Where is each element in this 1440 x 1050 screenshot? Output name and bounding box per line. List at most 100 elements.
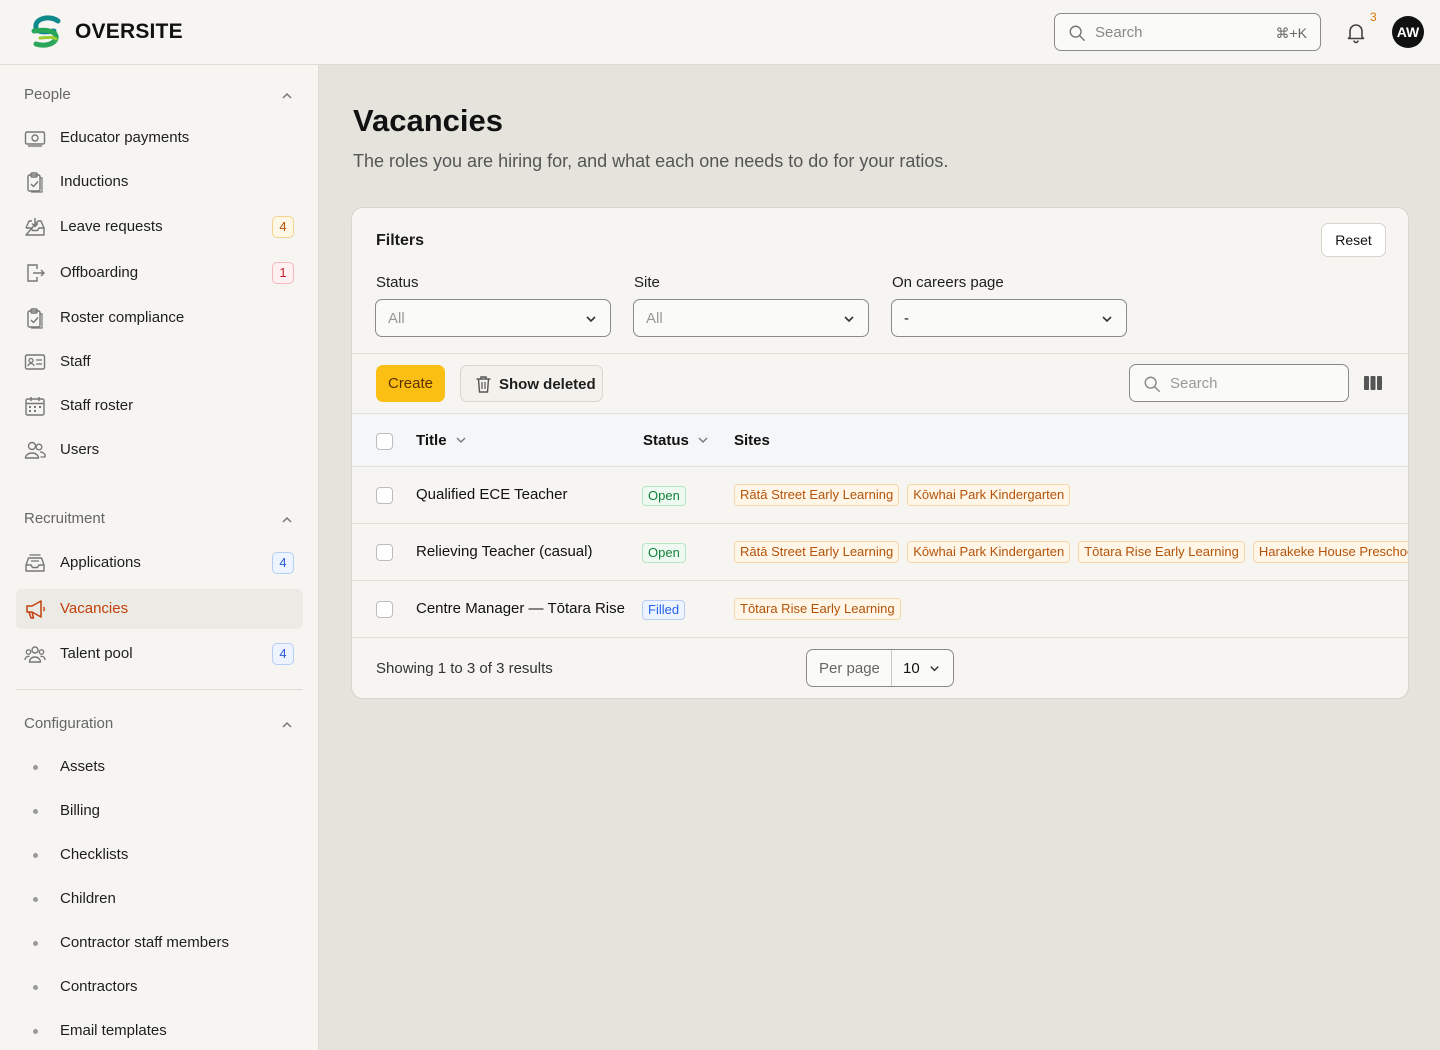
sidebar-item-users[interactable]: Users (16, 430, 303, 470)
status-badge: Filled (642, 600, 686, 620)
sidebar-item-label: Contractors (60, 978, 138, 995)
site-tag: Rātā Street Early Learning (734, 541, 900, 563)
global-search-input[interactable]: Search ⌘+K (1054, 13, 1321, 51)
table-row[interactable]: Centre Manager — Tōtara Rise Filled Tōta… (352, 581, 1408, 638)
search-icon (1144, 376, 1160, 392)
sidebar-item-assets[interactable]: Assets (16, 747, 303, 787)
show-deleted-button[interactable]: Show deleted (460, 365, 603, 402)
bullet-dot (33, 941, 38, 946)
table-row[interactable]: Relieving Teacher (casual) Open Rātā Str… (352, 524, 1408, 581)
sidebar-item-contractor-staff-members[interactable]: Contractor staff members (16, 923, 303, 963)
sidebar-item-educator-payments[interactable]: Educator payments (16, 118, 303, 158)
column-header-sites: Sites (734, 432, 770, 449)
reset-filters-button[interactable]: Reset (1321, 223, 1386, 257)
sidebar-item-checklists[interactable]: Checklists (16, 835, 303, 875)
payments-icon (24, 131, 46, 147)
per-page-value: 10 (903, 660, 920, 677)
bullet-dot (33, 853, 38, 858)
site-tag: Harakeke House Preschool (1252, 541, 1408, 563)
sidebar-item-label: Billing (60, 802, 101, 819)
row-checkbox[interactable] (376, 487, 393, 504)
sidebar-item-vacancies[interactable]: Vacancies (16, 589, 303, 629)
site-tag: Rātā Street Early Learning (734, 484, 900, 506)
column-header-title[interactable]: Title (416, 432, 467, 449)
user-avatar[interactable]: AW (1392, 16, 1424, 48)
column-label: Sites (734, 432, 770, 449)
sidebar-item-label: Contractor staff members (60, 934, 229, 951)
site-tag: Kōwhai Park Kindergarten (907, 484, 1071, 506)
sidebar-item-email-templates[interactable]: Email templates (16, 1011, 303, 1050)
bell-icon[interactable] (1344, 20, 1368, 44)
vacancies-card: Filters Reset Status All Site All On car… (351, 207, 1409, 699)
sidebar-item-applications[interactable]: Applications 4 (16, 543, 303, 583)
select-all-checkbox[interactable] (376, 433, 393, 450)
section-header-recruitment[interactable]: Recruitment (24, 510, 294, 532)
sidebar-item-label: Checklists (60, 846, 129, 863)
sidebar-item-label: Educator payments (60, 129, 190, 146)
row-checkbox[interactable] (376, 601, 393, 618)
users-icon (24, 441, 46, 459)
site-filter-select[interactable]: All (633, 299, 869, 337)
chevron-down-icon (930, 666, 939, 672)
sidebar-item-staff[interactable]: Staff (16, 342, 303, 382)
per-page-select[interactable]: Per page 10 (806, 649, 954, 687)
vacancy-title[interactable]: Relieving Teacher (casual) (416, 543, 592, 560)
site-tags: Rātā Street Early Learning Kōwhai Park Ki… (734, 541, 1408, 563)
sidebar-item-offboarding[interactable]: Offboarding 1 (16, 253, 303, 293)
sidebar-item-label: Assets (60, 758, 106, 775)
section-title: Recruitment (24, 510, 105, 527)
status-badge: Open (642, 543, 686, 563)
exit-door-icon (27, 264, 45, 282)
sidebar-item-label: Leave requests (60, 218, 163, 235)
careers-page-filter-select[interactable]: - (891, 299, 1127, 337)
row-checkbox[interactable] (376, 544, 393, 561)
sidebar-item-label: Roster compliance (60, 309, 185, 326)
count-badge: 4 (272, 643, 294, 665)
sidebar-item-roster-compliance[interactable]: Roster compliance (16, 298, 303, 338)
site-tags: Tōtara Rise Early Learning (734, 598, 909, 620)
chevron-down-icon (698, 437, 708, 443)
calendar-icon (25, 397, 45, 416)
table-search-placeholder: Search (1170, 375, 1218, 392)
count-badge: 4 (272, 216, 294, 238)
chevron-down-icon (456, 437, 466, 443)
user-group-icon (24, 646, 46, 663)
create-button[interactable]: Create (376, 365, 445, 402)
search-shortcut-hint: ⌘+K (1275, 25, 1307, 41)
status-filter-select[interactable]: All (375, 299, 611, 337)
section-title: Configuration (24, 715, 114, 732)
sidebar-divider (16, 689, 303, 690)
site-tag: Kōwhai Park Kindergarten (907, 541, 1071, 563)
sidebar-item-talent-pool[interactable]: Talent pool 4 (16, 634, 303, 674)
page-subtitle: The roles you are hiring for, and what e… (353, 151, 949, 171)
bullet-dot (33, 985, 38, 990)
sidebar-item-contractors[interactable]: Contractors (16, 967, 303, 1007)
table-row[interactable]: Qualified ECE Teacher Open Rātā Street E… (352, 467, 1408, 524)
inbox-download-icon (25, 218, 45, 236)
table-search-input[interactable]: Search (1129, 364, 1349, 402)
oversite-logo[interactable] (28, 14, 64, 50)
sidebar-item-leave-requests[interactable]: Leave requests 4 (16, 207, 303, 247)
results-summary: Showing 1 to 3 of 3 results (376, 660, 553, 677)
chevron-up-icon (282, 721, 292, 728)
site-tag: Tōtara Rise Early Learning (734, 598, 901, 620)
columns-toggle-icon[interactable] (1364, 375, 1382, 391)
vacancy-title[interactable]: Centre Manager — Tōtara Rise (416, 600, 625, 617)
bullet-dot (33, 765, 38, 770)
vacancy-title[interactable]: Qualified ECE Teacher (416, 486, 567, 503)
sidebar-item-label: Offboarding (60, 264, 139, 281)
megaphone-icon (26, 600, 45, 619)
sidebar-item-inductions[interactable]: Inductions (16, 162, 303, 202)
per-page-label: Per page (819, 660, 880, 677)
sidebar-item-billing[interactable]: Billing (16, 791, 303, 831)
clipboard-check-icon (27, 172, 43, 193)
sidebar-item-label: Children (60, 890, 116, 907)
section-header-configuration[interactable]: Configuration (24, 715, 294, 737)
inbox-stack-icon (25, 554, 45, 572)
sidebar-item-children[interactable]: Children (16, 879, 303, 919)
bullet-dot (33, 1029, 38, 1034)
notification-count-badge: 3 (1370, 10, 1377, 24)
section-header-people[interactable]: People (24, 86, 294, 108)
sidebar-item-staff-roster[interactable]: Staff roster (16, 386, 303, 426)
column-header-status[interactable]: Status (643, 432, 709, 449)
